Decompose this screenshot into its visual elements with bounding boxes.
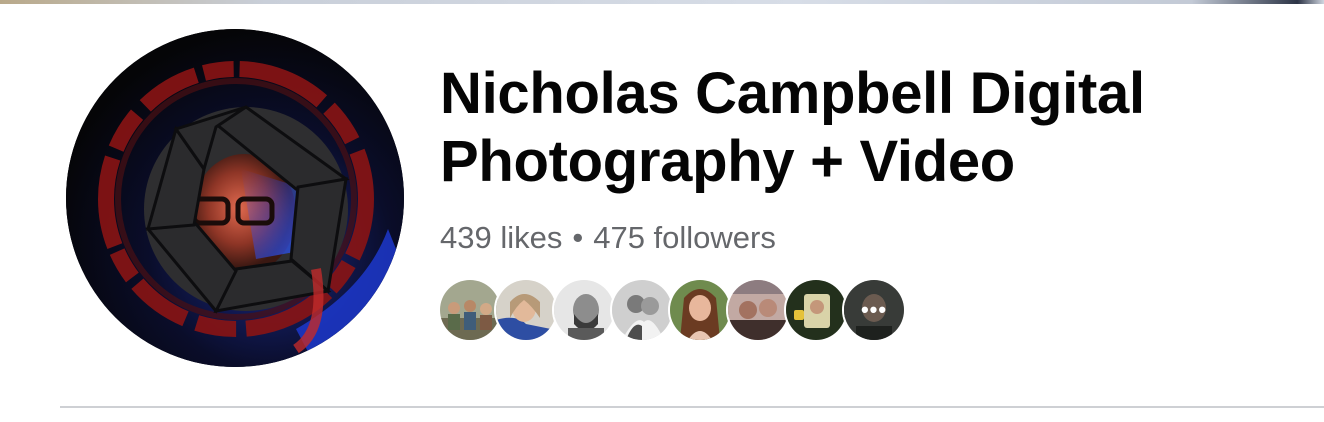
friend-avatar-6[interactable]: [726, 278, 790, 342]
profile-header: Nicholas Campbell Digital Photography + …: [0, 4, 1324, 422]
friend-avatar-5[interactable]: [668, 278, 732, 342]
more-dots-icon[interactable]: •••: [844, 280, 904, 340]
person-photo-icon: [554, 280, 614, 340]
friend-avatar-7[interactable]: [784, 278, 848, 342]
camera-aperture-image: [66, 29, 404, 367]
person-photo-icon: [786, 280, 846, 340]
likes-link[interactable]: 439 likes: [440, 220, 562, 255]
person-photo-icon: [670, 280, 730, 340]
couple-photo-icon: [612, 280, 672, 340]
person-photo-icon: [496, 280, 556, 340]
page-stats: 439 likes • 475 followers: [440, 218, 776, 258]
page-title[interactable]: Nicholas Campbell Digital Photography + …: [440, 60, 1300, 196]
friend-avatar-8[interactable]: •••: [842, 278, 906, 342]
followers-link[interactable]: 475 followers: [593, 220, 776, 255]
stats-separator: •: [572, 220, 584, 255]
profile-picture[interactable]: [66, 29, 404, 367]
friend-avatar-2[interactable]: [494, 278, 558, 342]
group-photo-icon: [728, 280, 788, 340]
friend-avatar-4[interactable]: [610, 278, 674, 342]
friend-avatar-1[interactable]: [438, 278, 502, 342]
header-divider: [60, 406, 1324, 408]
friend-avatar-3[interactable]: [552, 278, 616, 342]
group-photo-icon: [440, 280, 500, 340]
